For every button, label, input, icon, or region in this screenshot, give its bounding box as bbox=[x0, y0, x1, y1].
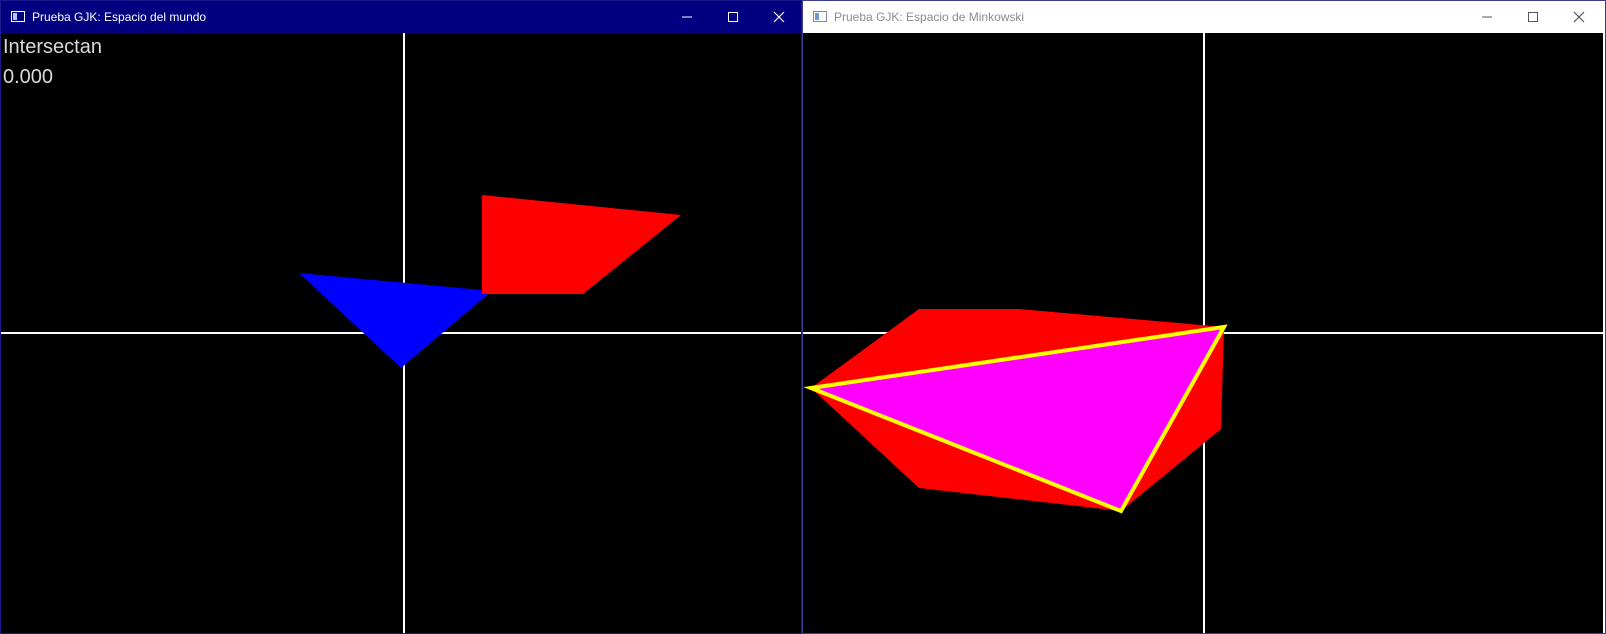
close-icon bbox=[773, 11, 785, 23]
minkowski-window-titlebar[interactable]: Prueba GJK: Espacio de Minkowski bbox=[803, 1, 1605, 33]
minimize-icon bbox=[1482, 16, 1492, 18]
minimize-icon bbox=[682, 16, 692, 18]
window-title: Prueba GJK: Espacio de Minkowski bbox=[834, 10, 1025, 24]
minkowski-space-canvas[interactable] bbox=[803, 33, 1603, 633]
app-icon[interactable] bbox=[11, 11, 25, 22]
intersection-status: Intersectan bbox=[3, 36, 102, 58]
maximize-button[interactable] bbox=[710, 1, 756, 33]
minkowski-space-scene bbox=[803, 33, 1603, 633]
red-quad-shape[interactable] bbox=[482, 195, 681, 294]
minimize-button[interactable] bbox=[664, 1, 710, 33]
world-space-window[interactable]: Prueba GJK: Espacio del mundo Intersecta… bbox=[0, 0, 802, 634]
blue-triangle-shape[interactable] bbox=[299, 273, 492, 368]
world-space-canvas[interactable]: Intersectan 0.000 bbox=[1, 33, 801, 633]
minimize-button[interactable] bbox=[1464, 1, 1510, 33]
maximize-button[interactable] bbox=[1510, 1, 1556, 33]
close-icon bbox=[1573, 11, 1585, 23]
distance-value: 0.000 bbox=[3, 66, 54, 88]
world-space-scene bbox=[1, 33, 801, 633]
maximize-icon bbox=[728, 12, 738, 22]
world-window-titlebar[interactable]: Prueba GJK: Espacio del mundo bbox=[1, 1, 801, 33]
maximize-icon bbox=[1528, 12, 1538, 22]
window-title: Prueba GJK: Espacio del mundo bbox=[32, 10, 207, 24]
close-button[interactable] bbox=[1556, 1, 1602, 33]
minkowski-space-window[interactable]: Prueba GJK: Espacio de Minkowski bbox=[802, 0, 1606, 634]
app-icon[interactable] bbox=[813, 11, 827, 22]
close-button[interactable] bbox=[756, 1, 801, 33]
